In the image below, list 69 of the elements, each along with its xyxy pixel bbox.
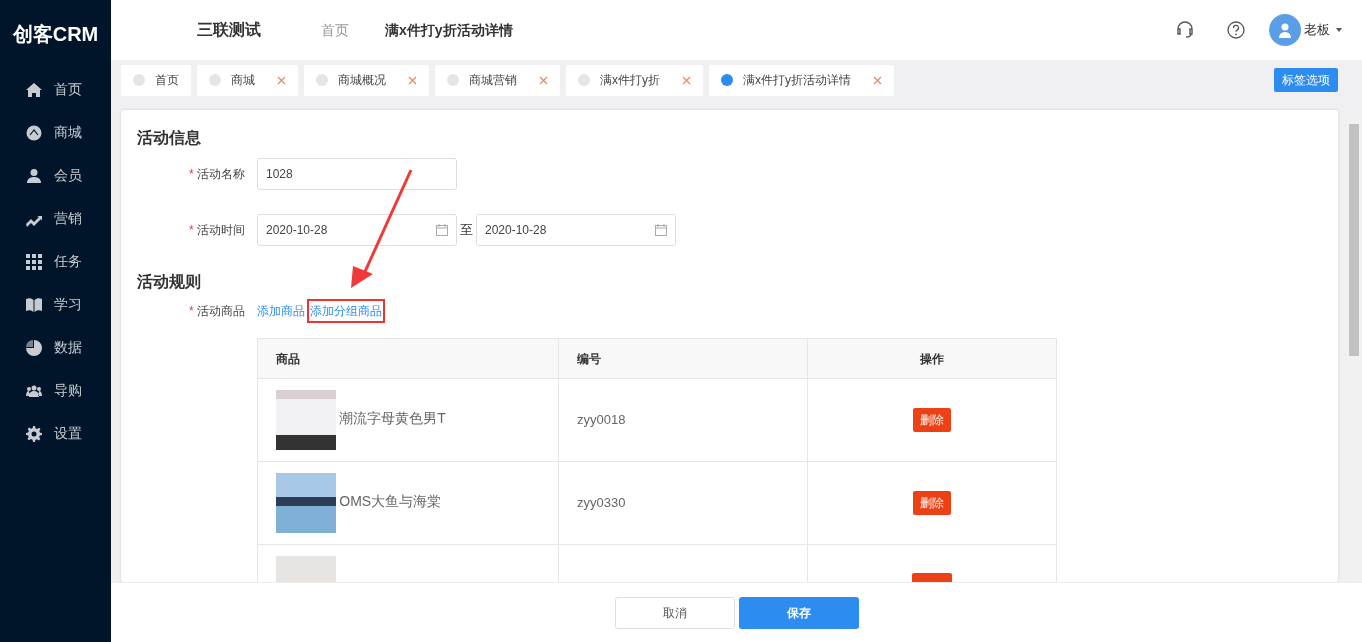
help-icon[interactable]	[1226, 21, 1245, 39]
close-icon[interactable]	[408, 75, 417, 85]
user-name[interactable]: 老板	[1304, 20, 1330, 40]
grid-icon	[26, 253, 42, 270]
page-tab[interactable]: 商城	[197, 64, 298, 96]
date-field[interactable]: 2020-10-28	[257, 214, 457, 246]
status-dot	[447, 74, 459, 86]
sidebar-item[interactable]: 营销	[0, 197, 111, 240]
column-header: 商品	[257, 338, 559, 379]
table-cell: zyy0330	[558, 461, 808, 545]
add-link[interactable]: 添加商品	[257, 302, 305, 320]
sidebar-item[interactable]: 首页	[0, 68, 111, 111]
page-tab[interactable]: 满x件打y折活动详情	[709, 64, 894, 96]
status-dot	[316, 74, 328, 86]
add-link[interactable]: 添加分组商品	[310, 302, 382, 320]
close-icon[interactable]	[682, 75, 691, 85]
column-header: 操作	[807, 338, 1057, 379]
status-dot	[209, 74, 221, 86]
status-dot	[133, 74, 145, 86]
sidebar-item[interactable]: 设置	[0, 412, 111, 455]
page-tab[interactable]: 商城营销	[435, 64, 560, 96]
required-mark: *	[189, 223, 194, 237]
calendar-icon[interactable]	[436, 224, 448, 236]
shop-icon	[26, 124, 42, 141]
home-icon	[26, 81, 42, 98]
page-tab[interactable]: 首页	[121, 64, 191, 96]
book-icon	[26, 296, 42, 313]
column-header: 编号	[558, 338, 808, 379]
status-dot	[721, 74, 733, 86]
avatar[interactable]	[1268, 14, 1301, 46]
caret-icon[interactable]	[1336, 28, 1342, 32]
headset-icon[interactable]	[1174, 20, 1195, 40]
section-title: 活动规则	[137, 272, 202, 292]
close-icon[interactable]	[277, 75, 286, 85]
calendar-icon[interactable]	[655, 224, 667, 236]
photo-placeholder	[276, 390, 336, 450]
delete-button[interactable]: 删除	[912, 491, 951, 515]
settings-icon	[26, 425, 42, 442]
breadcrumb-link[interactable]: 满x件打y折活动详情	[385, 19, 513, 41]
range-separator: 至	[460, 221, 473, 240]
field-label: 活动商品	[197, 304, 245, 318]
close-icon[interactable]	[873, 75, 882, 85]
sidebar-item[interactable]: 学习	[0, 283, 111, 326]
delete-button[interactable]: 删除	[912, 408, 951, 432]
pie-chart-icon	[26, 339, 42, 356]
page-tab[interactable]: 商城概况	[304, 64, 429, 96]
required-mark: *	[189, 304, 194, 318]
company-name: 三联测试	[197, 20, 261, 40]
photo-placeholder	[276, 473, 336, 533]
sidebar-item[interactable]: 数据	[0, 326, 111, 369]
product-name: OMS大鱼与海棠	[339, 493, 442, 510]
product-name: 潮流字母黄色男T	[339, 410, 446, 427]
required-mark: *	[189, 167, 194, 181]
cancel-button[interactable]: 取消	[614, 596, 735, 629]
table-cell: zyy0018	[558, 378, 808, 462]
close-icon[interactable]	[539, 75, 548, 85]
field-label: 活动名称	[197, 167, 245, 181]
field-label: 活动时间	[197, 223, 245, 237]
section-title: 活动信息	[137, 128, 202, 148]
sidebar-item[interactable]: 任务	[0, 240, 111, 283]
sidebar-item[interactable]: 导购	[0, 369, 111, 412]
input-field[interactable]: 1028	[257, 158, 457, 190]
sidebar-item[interactable]: 会员	[0, 154, 111, 197]
logo: 创客CRM	[11, 22, 100, 47]
date-field[interactable]: 2020-10-28	[476, 214, 676, 246]
status-dot	[578, 74, 590, 86]
sidebar-item[interactable]: 商城	[0, 111, 111, 154]
page-tab[interactable]: 满x件打y折	[566, 64, 703, 96]
user-icon	[26, 167, 42, 184]
